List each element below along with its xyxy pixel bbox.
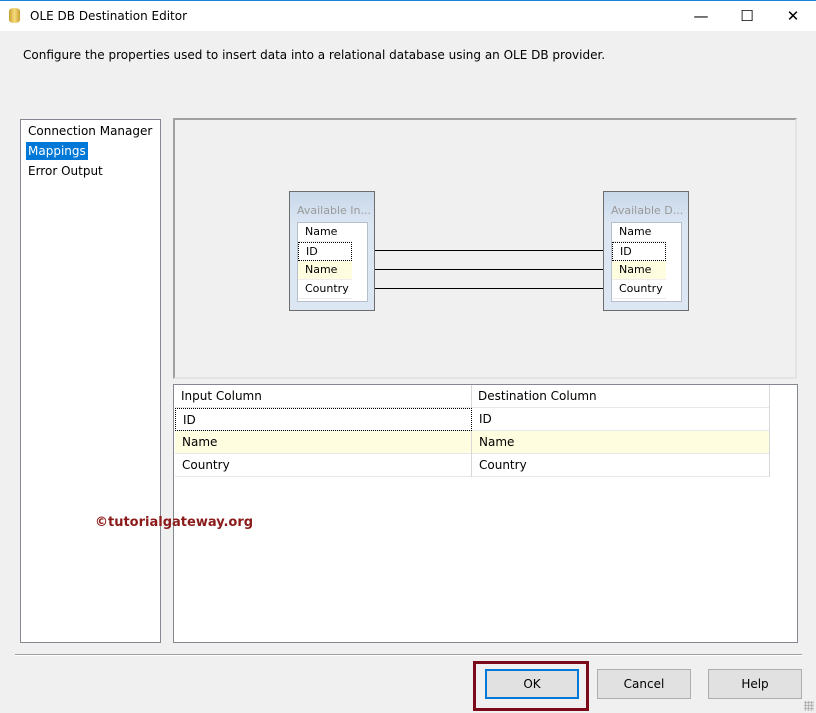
nav-connection-manager[interactable]: Connection Manager — [26, 122, 154, 140]
destination-cell[interactable]: ID — [472, 408, 770, 431]
column-item[interactable]: ID — [298, 242, 352, 261]
table-title: Available In... — [297, 204, 371, 217]
mapping-line[interactable] — [375, 288, 603, 289]
close-button[interactable]: ✕ — [770, 1, 816, 31]
divider — [15, 654, 802, 656]
column-item[interactable]: Name — [298, 223, 352, 242]
maximize-button[interactable]: ☐ — [724, 1, 770, 31]
nav-error-output[interactable]: Error Output — [26, 162, 105, 180]
column-item[interactable]: Country — [298, 280, 352, 299]
input-cell[interactable]: Country — [175, 454, 472, 477]
resize-grip-icon[interactable] — [804, 701, 814, 711]
page-nav-list: Connection Manager Mappings Error Output — [20, 119, 161, 643]
table-title: Available D... — [611, 204, 683, 217]
title-bar: OLE DB Destination Editor — ☐ ✕ — [0, 0, 816, 31]
mapping-diagram — [173, 118, 797, 379]
help-button[interactable]: Help — [708, 669, 802, 699]
header-destination-column[interactable]: Destination Column — [472, 385, 770, 408]
mappings-grid: Input Column Destination Column ID ID Na… — [173, 384, 798, 643]
cancel-button[interactable]: Cancel — [597, 669, 691, 699]
column-item[interactable]: Name — [612, 261, 666, 280]
available-input-columns-table[interactable]: Available In... Name ID Name Country — [289, 191, 375, 311]
mapping-line[interactable] — [375, 250, 603, 251]
database-icon — [9, 8, 20, 23]
table-row[interactable]: Name Name — [175, 431, 770, 454]
input-cell[interactable]: ID — [175, 408, 472, 431]
table-row[interactable]: ID ID — [175, 408, 770, 431]
column-item[interactable]: Country — [612, 280, 666, 299]
description-text: Configure the properties used to insert … — [23, 48, 605, 62]
watermark: ©tutorialgateway.org — [95, 515, 253, 530]
input-cell[interactable]: Name — [175, 431, 472, 454]
destination-cell[interactable]: Country — [472, 454, 770, 477]
window-title: OLE DB Destination Editor — [30, 9, 187, 23]
header-input-column[interactable]: Input Column — [175, 385, 472, 408]
table-row[interactable]: Country Country — [175, 454, 770, 477]
column-item[interactable]: Name — [298, 261, 352, 280]
column-item[interactable]: ID — [612, 242, 666, 261]
ok-button[interactable]: OK — [485, 669, 579, 699]
destination-cell[interactable]: Name — [472, 431, 770, 454]
mapping-line[interactable] — [375, 269, 603, 270]
column-item[interactable]: Name — [612, 223, 666, 242]
nav-mappings[interactable]: Mappings — [26, 142, 88, 160]
grid-header: Input Column Destination Column — [175, 385, 770, 408]
minimize-button[interactable]: — — [678, 1, 724, 31]
available-destination-columns-table[interactable]: Available D... Name ID Name Country — [603, 191, 689, 311]
